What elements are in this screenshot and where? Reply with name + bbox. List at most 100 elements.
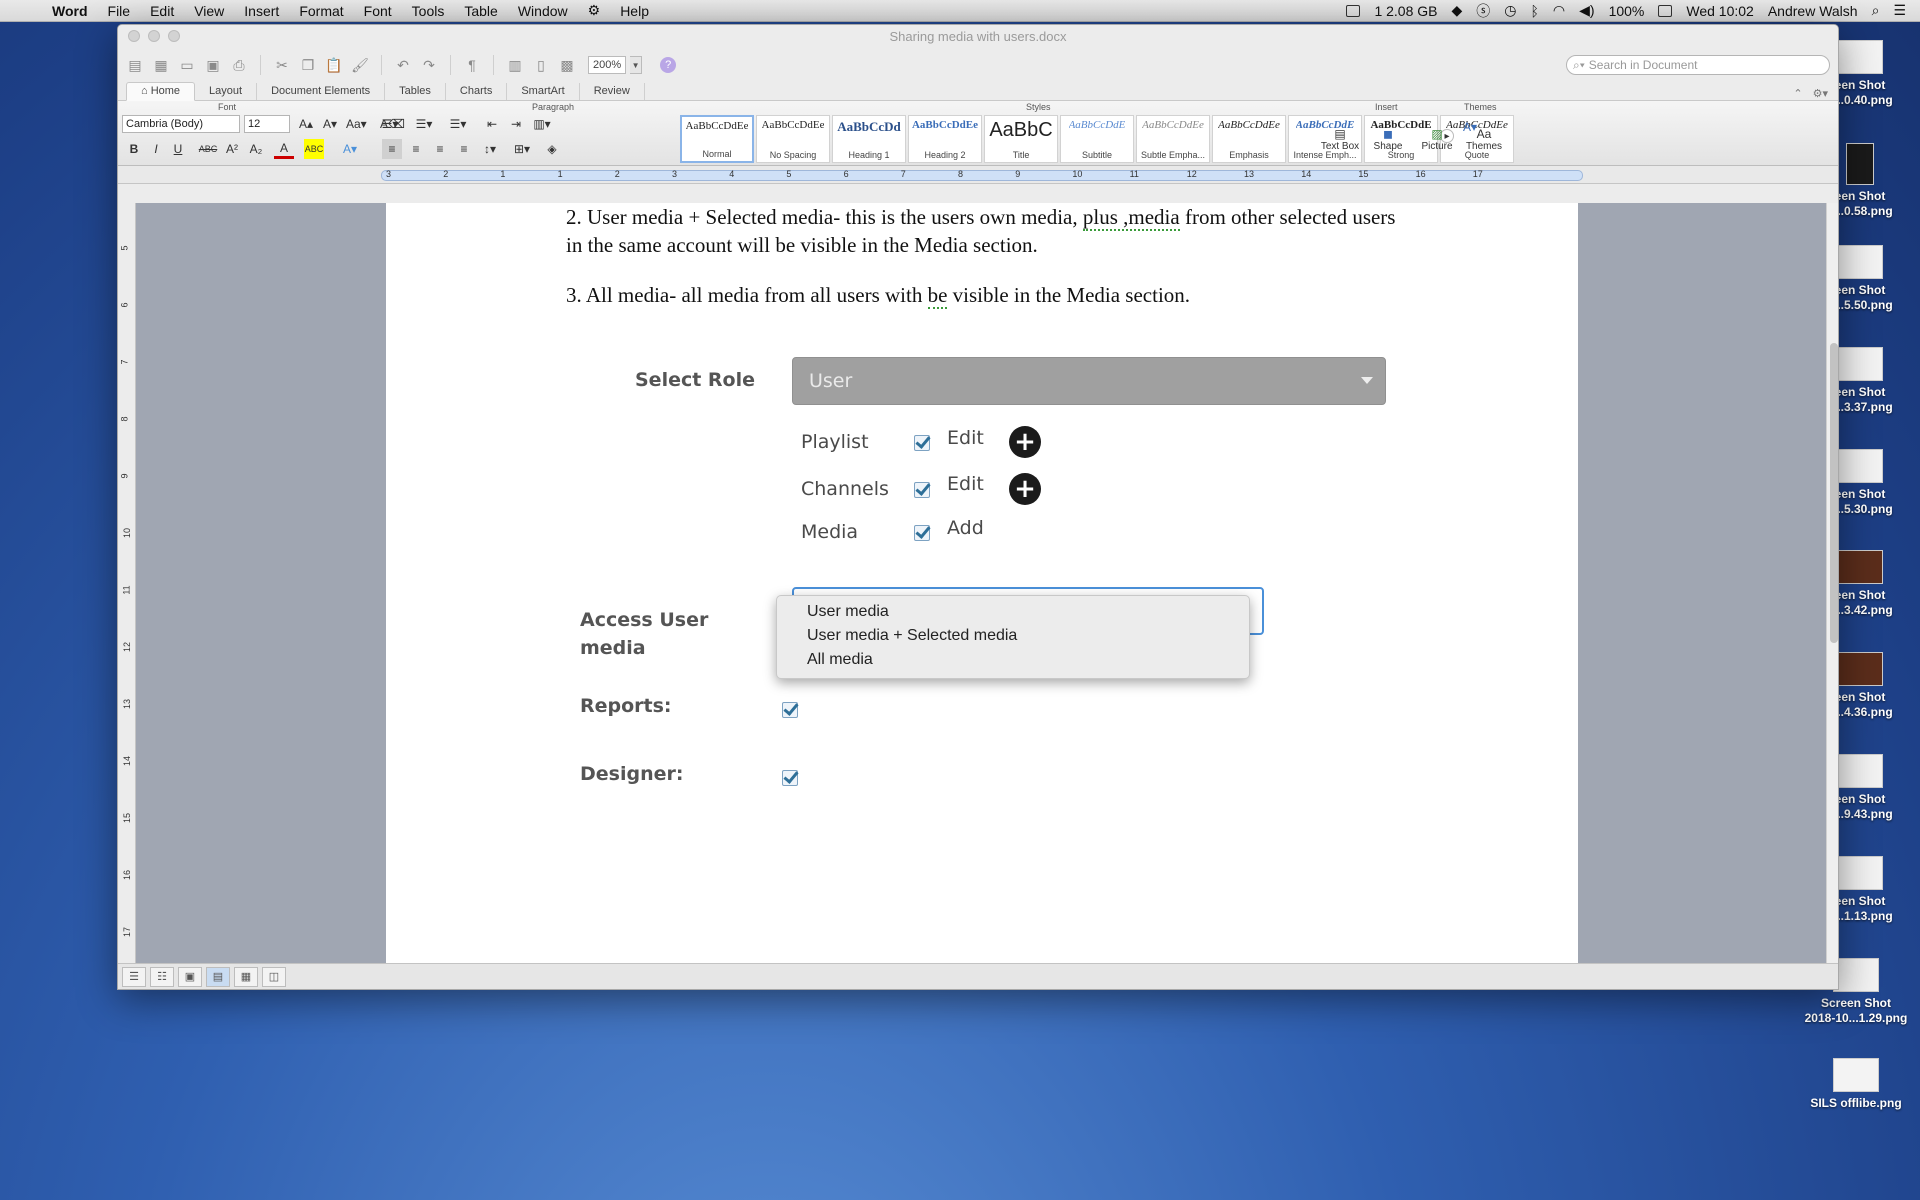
redo-icon[interactable]: ↷ — [418, 54, 440, 76]
search-input[interactable]: Search in Document — [1589, 58, 1698, 72]
change-case-icon[interactable]: Aa▾ — [346, 114, 367, 134]
bullets-icon[interactable]: ☰▾ — [380, 114, 400, 134]
paragraph-2[interactable]: 2. User media + Selected media- this is … — [566, 203, 1406, 259]
superscript-icon[interactable]: A² — [222, 139, 242, 159]
print-icon[interactable]: ⎙ — [228, 54, 250, 76]
memory-readout[interactable]: 1 2.08 GB — [1374, 3, 1437, 19]
font-size-field[interactable]: 12 — [244, 115, 290, 133]
tab-charts[interactable]: Charts — [446, 83, 508, 100]
justify-icon[interactable]: ≡ — [454, 139, 474, 159]
italic-icon[interactable]: I — [146, 139, 166, 159]
focus-view-icon[interactable]: ◫ — [262, 966, 286, 987]
user-name[interactable]: Andrew Walsh — [1768, 3, 1858, 19]
document-page[interactable]: 2. User media + Selected media- this is … — [386, 203, 1578, 965]
menu-font[interactable]: Font — [354, 3, 402, 19]
columns-icon[interactable]: ▥▾ — [532, 114, 552, 134]
menu-file[interactable]: File — [98, 3, 141, 19]
subscript-icon[interactable]: A₂ — [246, 139, 266, 159]
tab-review[interactable]: Review — [580, 83, 645, 100]
volume-icon[interactable]: ◀) — [1579, 2, 1594, 19]
multilevel-list-icon[interactable]: ☰▾ — [448, 114, 468, 134]
notification-center-icon[interactable]: ☰ — [1893, 2, 1906, 19]
battery-icon[interactable] — [1658, 4, 1673, 17]
horizontal-ruler[interactable]: 3 2 1 1 2 3 4 5 6 7 8 9 10 11 12 13 14 15 16 17 — [118, 166, 1838, 184]
toolbox-icon[interactable]: ▩ — [556, 54, 578, 76]
paste-icon[interactable]: 📋 — [323, 54, 345, 76]
outline-view-icon[interactable]: ☷ — [150, 966, 174, 987]
script-menu-icon[interactable]: ⚙ — [578, 2, 611, 19]
style-no-spacing[interactable]: AaBbCcDdEe No Spacing — [756, 115, 830, 163]
skype-icon[interactable]: ⓢ — [1476, 1, 1490, 21]
borders-icon[interactable]: ⊞▾ — [512, 139, 532, 159]
draft-view-icon[interactable]: ☰ — [122, 966, 146, 987]
paragraph-3[interactable]: 3. All media- all media from all users w… — [566, 281, 1406, 309]
publishing-view-icon[interactable]: ▣ — [178, 966, 202, 987]
format-painter-icon[interactable]: 🖌 — [349, 54, 371, 76]
picture-button[interactable]: ▨ Picture — [1414, 117, 1460, 161]
align-left-icon[interactable]: ≡ — [382, 139, 402, 159]
open-icon[interactable]: ▭ — [176, 54, 198, 76]
align-right-icon[interactable]: ≡ — [430, 139, 450, 159]
increase-indent-icon[interactable]: ⇥ — [506, 114, 526, 134]
vertical-ruler[interactable]: 5 6 7 8 9 10 11 12 13 14 15 16 17 — [118, 203, 136, 965]
strikethrough-icon[interactable]: ABC — [198, 139, 218, 159]
style-heading-2[interactable]: AaBbCcDdEe Heading 2 — [908, 115, 982, 163]
style-emphasis[interactable]: AaBbCcDdEe Emphasis — [1212, 115, 1286, 163]
collapse-ribbon-icon[interactable]: ⌃ — [1793, 87, 1802, 100]
style-normal[interactable]: AaBbCcDdEe Normal — [680, 115, 754, 163]
text-box-button[interactable]: ▤ Text Box — [1318, 117, 1362, 161]
menu-app-word[interactable]: Word — [42, 3, 98, 19]
decrease-indent-icon[interactable]: ⇤ — [482, 114, 502, 134]
tab-home[interactable]: ⌂ Home — [126, 82, 196, 101]
menu-table[interactable]: Table — [454, 3, 507, 19]
wifi-icon[interactable]: ◠ — [1553, 2, 1565, 19]
shape-button[interactable]: ◼ Shape — [1368, 117, 1408, 161]
dropbox-icon[interactable]: ◆ — [1452, 2, 1463, 19]
undo-icon[interactable]: ↶ — [392, 54, 414, 76]
sidebar-icon[interactable]: ▯ — [530, 54, 552, 76]
print-layout-icon[interactable]: ▤ — [206, 966, 230, 987]
grow-font-icon[interactable]: A▴ — [296, 114, 316, 134]
notebook-view-icon[interactable]: ▦ — [234, 966, 258, 987]
menu-format[interactable]: Format — [289, 3, 353, 19]
tab-smartart[interactable]: SmartArt — [507, 83, 580, 100]
shrink-font-icon[interactable]: A▾ — [320, 114, 340, 134]
text-effects-icon[interactable]: A▾ — [340, 139, 360, 159]
zoom-field[interactable]: 200% — [588, 56, 627, 74]
tab-document-elements[interactable]: Document Elements — [257, 83, 386, 100]
style-title[interactable]: AaBbC Title — [984, 115, 1058, 163]
menu-help[interactable]: Help — [610, 3, 659, 19]
highlight-icon[interactable]: ABC — [304, 139, 324, 159]
zoom-dropdown-icon[interactable]: ▼ — [630, 56, 643, 74]
view-icon[interactable]: ▥ — [504, 54, 526, 76]
line-spacing-icon[interactable]: ↕▾ — [480, 139, 500, 159]
search-box[interactable]: ⌕▾ Search in Document — [1566, 55, 1830, 75]
tab-layout[interactable]: Layout — [195, 83, 258, 100]
battery-readout[interactable]: 100% — [1609, 3, 1645, 19]
menu-extra-icon[interactable] — [1346, 4, 1361, 17]
style-heading-1[interactable]: AaBbCcDd Heading 1 — [832, 115, 906, 163]
menu-view[interactable]: View — [184, 3, 234, 19]
copy-icon[interactable]: ❐ — [297, 54, 319, 76]
font-color-icon[interactable]: A — [274, 139, 294, 159]
scrollbar-thumb[interactable] — [1830, 343, 1838, 643]
font-name-field[interactable]: Cambria (Body) — [122, 115, 240, 133]
numbering-icon[interactable]: ☰▾ — [414, 114, 434, 134]
style-subtle-emphasis[interactable]: AaBbCcDdEe Subtle Empha... — [1136, 115, 1210, 163]
menu-insert[interactable]: Insert — [234, 3, 289, 19]
desktop-file[interactable]: SILS offlibe.png — [1796, 1058, 1916, 1111]
clock[interactable]: Wed 10:02 — [1686, 3, 1753, 19]
show-paragraph-marks-icon[interactable]: ¶ — [461, 54, 483, 76]
underline-icon[interactable]: U — [168, 139, 188, 159]
cut-icon[interactable]: ✂ — [271, 54, 293, 76]
time-machine-icon[interactable]: ◷ — [1504, 2, 1516, 19]
help-icon[interactable]: ? — [660, 57, 677, 73]
menu-window[interactable]: Window — [508, 3, 578, 19]
spotlight-icon[interactable]: ⌕ — [1872, 2, 1880, 19]
tab-tables[interactable]: Tables — [385, 83, 446, 100]
shading-icon[interactable]: ◈ — [542, 139, 562, 159]
menu-tools[interactable]: Tools — [402, 3, 455, 19]
vertical-scrollbar[interactable] — [1826, 203, 1838, 965]
style-subtitle[interactable]: AaBbCcDdE Subtitle — [1060, 115, 1134, 163]
save-icon[interactable]: ▣ — [202, 54, 224, 76]
